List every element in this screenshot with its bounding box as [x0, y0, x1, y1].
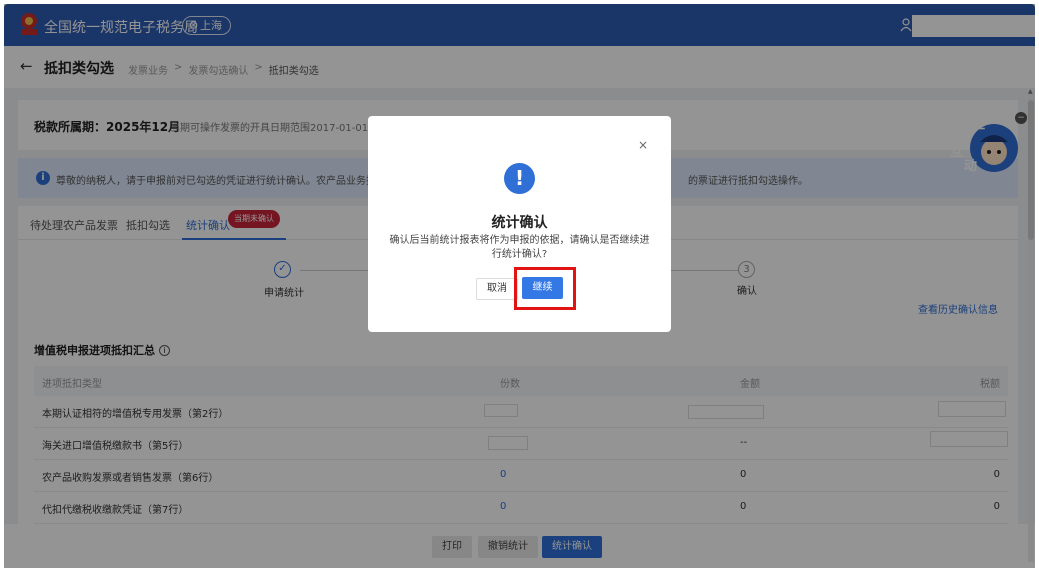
confirm-dialog: × ! 统计确认 确认后当前统计报表将作为申报的依据，请确认是否继续进行统计确认…	[368, 116, 671, 332]
close-icon[interactable]: ×	[638, 138, 648, 152]
exclamation-icon: !	[504, 163, 535, 194]
cancel-button[interactable]: 取消	[476, 278, 518, 300]
dialog-title: 统计确认	[491, 215, 548, 231]
dialog-message: 确认后当前统计报表将作为申报的依据，请确认是否继续进行统计确认?	[389, 235, 650, 260]
continue-button[interactable]: 继续	[522, 277, 563, 299]
